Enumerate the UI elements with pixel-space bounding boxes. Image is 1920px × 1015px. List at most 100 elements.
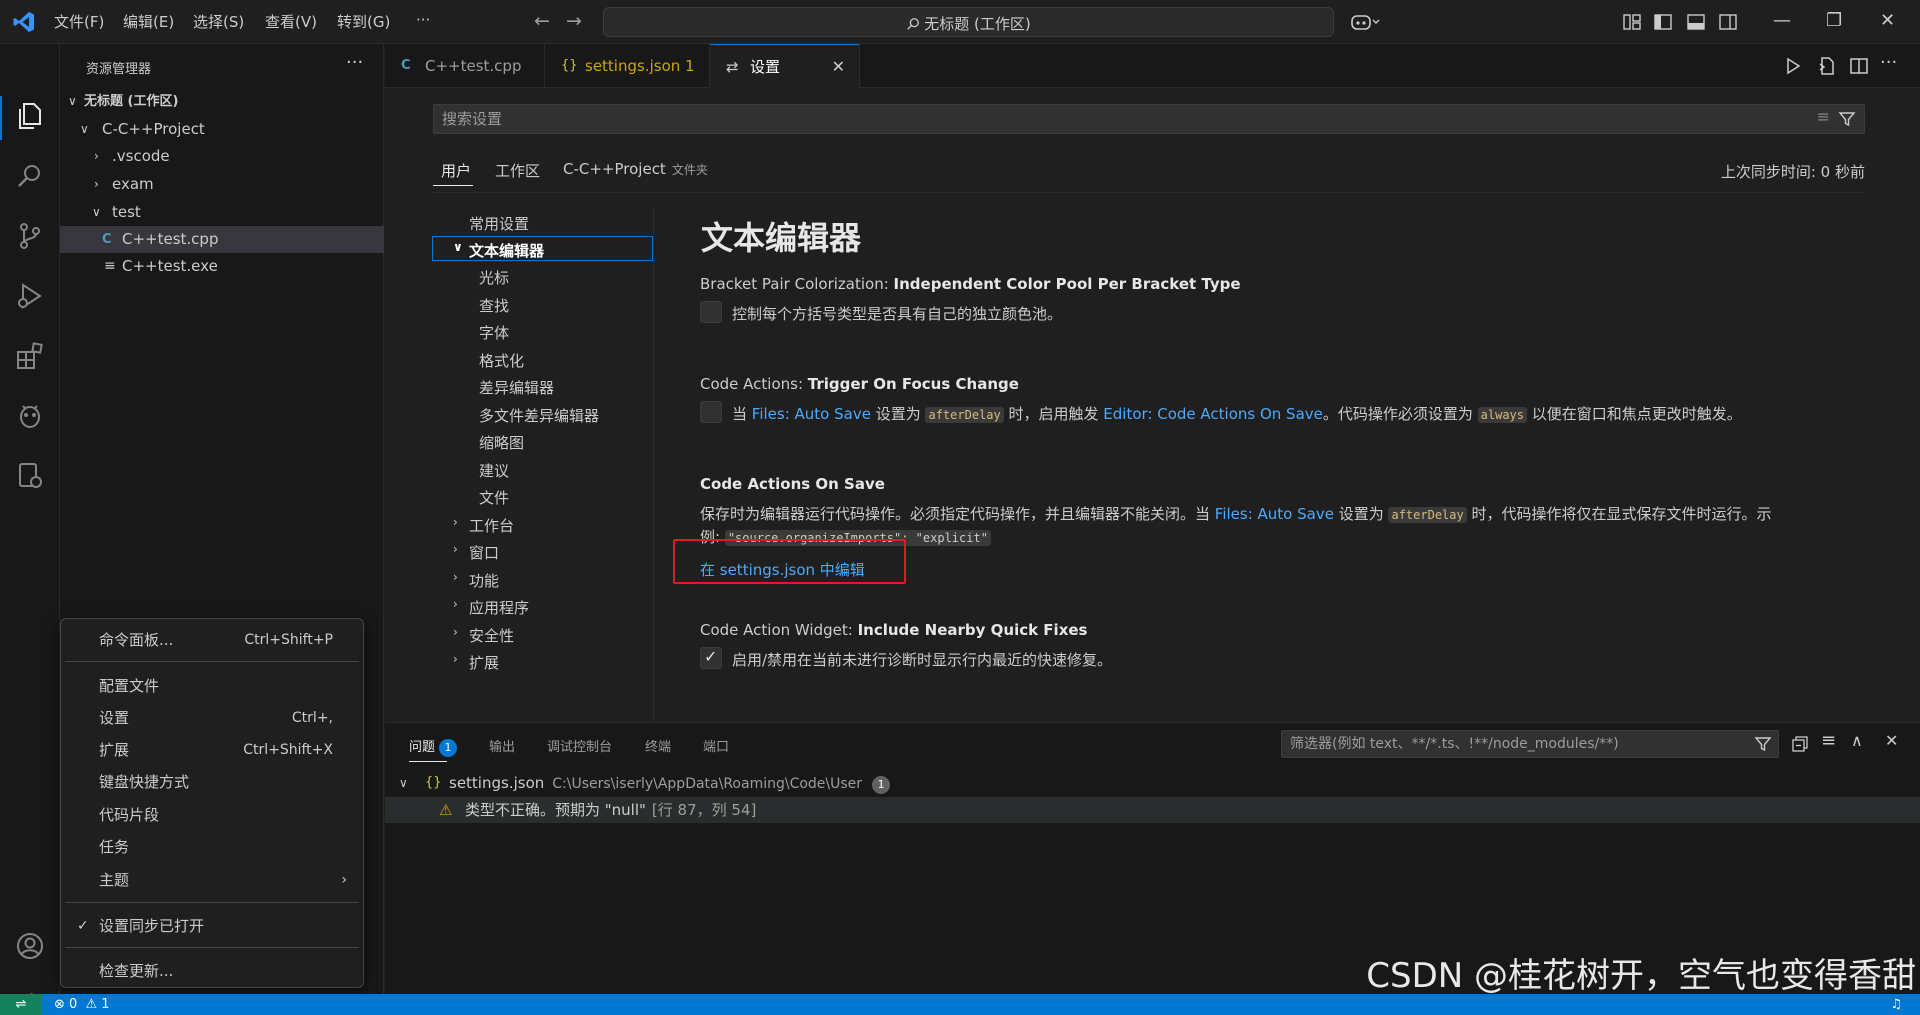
problem-row[interactable]: ⚠ 类型不正确。预期为 "null" [行 87，列 54] — [385, 797, 1920, 823]
panel-tab-problems[interactable]: 问题 1 — [409, 736, 458, 757]
cpp-file-icon: C — [401, 58, 411, 73]
more-actions-icon[interactable]: ··· — [1880, 52, 1897, 73]
tree-folder-project[interactable]: ∨ C-C++Project — [60, 116, 384, 143]
collapse-all-icon[interactable] — [1791, 735, 1809, 753]
tab-cpp[interactable]: C C++test.cpp — [385, 44, 545, 88]
scope-tab-folder[interactable]: C-C++Project 文件夹 — [563, 160, 708, 178]
menu-item-snippets[interactable]: 代码片段 — [65, 800, 359, 830]
sidebar-more-button[interactable]: ··· — [346, 52, 363, 73]
toc-item[interactable]: 格式化 — [479, 350, 524, 371]
menu-go[interactable]: 转到(G) — [337, 11, 390, 32]
open-settings-json-icon[interactable] — [1817, 56, 1837, 76]
explorer-icon[interactable] — [14, 100, 46, 132]
menu-selection[interactable]: 选择(S) — [193, 11, 244, 32]
toc-item-text-editor[interactable]: ∨ 文本编辑器 — [453, 240, 544, 261]
toc-item[interactable]: › 工作台 — [453, 515, 514, 536]
settings-search-box[interactable]: ≡ — [433, 104, 1865, 134]
command-center[interactable]: 无标题 (工作区) — [603, 7, 1334, 37]
run-and-debug-icon[interactable] — [14, 280, 46, 312]
problems-filter-input[interactable] — [1290, 734, 1730, 754]
back-arrow-icon[interactable]: ← — [534, 10, 550, 32]
menu-item-command-palette[interactable]: 命令面板... Ctrl+Shift+P — [65, 625, 359, 655]
close-window-button[interactable]: ✕ — [1880, 10, 1895, 31]
tree-folder-vscode[interactable]: › .vscode — [60, 143, 384, 170]
toc-item[interactable]: 常用设置 — [469, 213, 529, 234]
menu-item-keyboard-shortcuts[interactable]: 键盘快捷方式 — [65, 767, 359, 797]
minimize-button[interactable]: — — [1773, 10, 1791, 31]
problems-filter-box[interactable] — [1281, 730, 1779, 758]
close-panel-icon[interactable]: ✕ — [1885, 731, 1898, 750]
search-icon[interactable] — [14, 160, 46, 192]
toc-item[interactable]: › 安全性 — [453, 625, 514, 646]
settings-search-input[interactable] — [442, 108, 1742, 130]
view-as-list-icon[interactable]: ≡ — [1821, 730, 1836, 751]
menu-edit[interactable]: 编辑(E) — [123, 11, 174, 32]
toc-item[interactable]: › 应用程序 — [453, 597, 529, 618]
setting-checkbox-widget[interactable]: ✓ — [700, 647, 722, 669]
notifications-bell-icon[interactable]: ♫ — [1890, 994, 1902, 1015]
toc-item[interactable]: 光标 — [479, 267, 509, 288]
panel-tab-ports[interactable]: 端口 — [703, 736, 729, 755]
toggle-primary-sidebar-icon[interactable] — [1653, 12, 1673, 32]
toggle-secondary-sidebar-icon[interactable] — [1718, 12, 1738, 32]
scope-tab-workspace[interactable]: 工作区 — [495, 160, 540, 181]
menu-item-tasks[interactable]: 任务 — [65, 832, 359, 862]
remote-explorer-icon[interactable] — [14, 460, 46, 492]
chevron-right-icon: › — [453, 515, 458, 529]
problems-status[interactable]: ⊗ 0 ⚠ 1 — [54, 994, 110, 1015]
menu-view[interactable]: 查看(V) — [265, 11, 317, 32]
clear-filter-icon[interactable]: ≡ — [1817, 107, 1830, 126]
filter-icon[interactable] — [1754, 735, 1772, 753]
toc-item[interactable]: › 功能 — [453, 570, 499, 591]
menu-item-settings-sync[interactable]: ✓ 设置同步已打开 — [65, 911, 359, 941]
menu-item-check-updates[interactable]: 检查更新... — [65, 956, 359, 986]
close-icon[interactable]: ✕ — [832, 45, 845, 89]
panel-tab-terminal[interactable]: 终端 — [645, 736, 671, 755]
extensions-icon[interactable] — [14, 340, 46, 372]
tree-folder-test[interactable]: ∨ test — [60, 199, 384, 226]
panel-tab-debug-console[interactable]: 调试控制台 — [547, 736, 612, 755]
link-files-auto-save[interactable]: Files: Auto Save — [752, 405, 871, 423]
filter-icon[interactable] — [1838, 110, 1856, 128]
menu-file[interactable]: 文件(F) — [54, 11, 104, 32]
maximize-panel-icon[interactable]: ∧ — [1851, 731, 1863, 750]
toc-item[interactable]: 缩略图 — [479, 432, 524, 453]
source-control-icon[interactable] — [14, 220, 46, 252]
tree-file-exe[interactable]: ≡ C++test.exe — [60, 253, 384, 280]
setting-checkbox-trigger[interactable] — [700, 401, 722, 423]
tree-folder-exam[interactable]: › exam — [60, 171, 384, 198]
testing-icon[interactable] — [14, 400, 46, 432]
accounts-icon[interactable] — [14, 930, 46, 962]
toc-item[interactable]: 字体 — [479, 322, 509, 343]
toc-item[interactable]: 差异编辑器 — [479, 377, 554, 398]
remote-indicator[interactable]: ⇌ — [0, 994, 42, 1015]
panel-tab-output[interactable]: 输出 — [489, 736, 515, 755]
toc-item[interactable]: › 窗口 — [453, 542, 499, 563]
toc-item[interactable]: › 扩展 — [453, 652, 499, 673]
copilot-icon[interactable] — [1350, 12, 1380, 32]
scope-tab-user[interactable]: 用户 — [441, 160, 471, 181]
toc-item[interactable]: 查找 — [479, 295, 509, 316]
menu-more[interactable]: ··· — [416, 11, 430, 29]
menu-item-themes[interactable]: 主题 › — [65, 865, 359, 895]
toggle-panel-icon[interactable] — [1686, 12, 1706, 32]
tab-settings-json[interactable]: {} settings.json 1 — [545, 44, 710, 88]
split-editor-icon[interactable] — [1849, 56, 1869, 76]
restore-button[interactable]: ❐ — [1826, 10, 1842, 31]
customize-layout-icon[interactable] — [1622, 12, 1642, 32]
setting-checkbox-bracket[interactable] — [700, 301, 722, 323]
problem-file-row[interactable]: ∨ {} settings.json C:\Users\iserly\AppDat… — [385, 770, 1920, 796]
tab-settings[interactable]: ⇄ 设置 ✕ — [710, 44, 860, 88]
menu-item-profiles[interactable]: 配置文件 — [65, 671, 359, 701]
link-files-auto-save[interactable]: Files: Auto Save — [1215, 505, 1334, 523]
tree-workspace[interactable]: ∨ 无标题 (工作区) — [60, 88, 384, 115]
link-code-actions-on-save[interactable]: Editor: Code Actions On Save — [1103, 405, 1323, 423]
menu-item-extensions[interactable]: 扩展 Ctrl+Shift+X — [65, 735, 359, 765]
tree-file-cpp[interactable]: C C++test.cpp — [60, 226, 384, 253]
run-icon[interactable] — [1783, 56, 1803, 76]
toc-item[interactable]: 建议 — [479, 460, 509, 481]
menu-item-settings[interactable]: 设置 Ctrl+, — [65, 703, 359, 733]
toc-item[interactable]: 多文件差异编辑器 — [479, 405, 599, 426]
toc-item[interactable]: 文件 — [479, 487, 509, 508]
forward-arrow-icon[interactable]: → — [566, 10, 582, 32]
